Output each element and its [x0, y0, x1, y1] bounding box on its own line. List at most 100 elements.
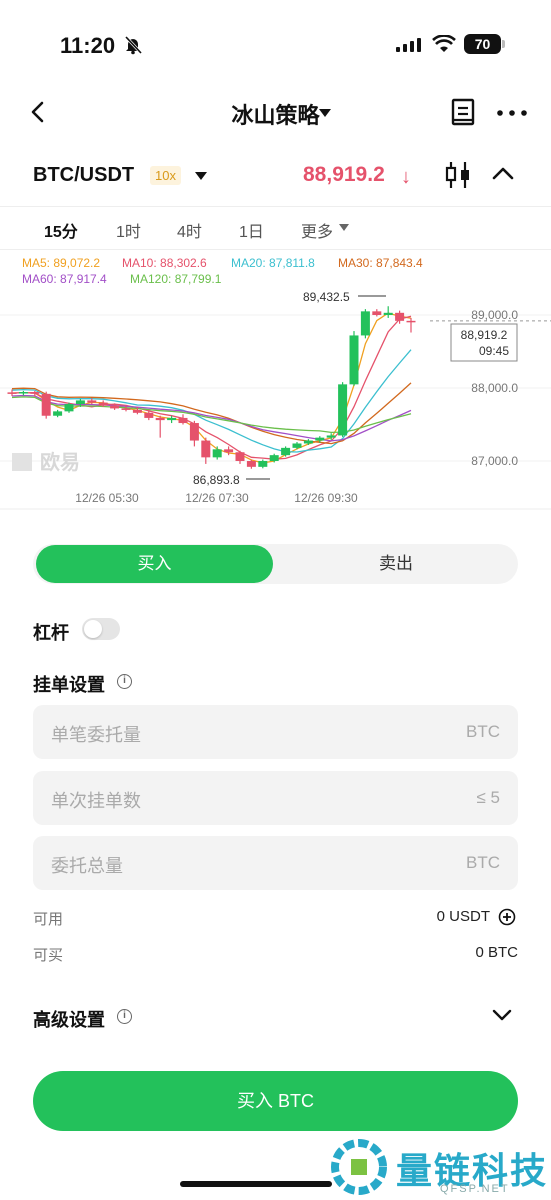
chart-watermark: 欧易	[40, 450, 80, 474]
high-price-label: 89,432.5	[303, 290, 350, 304]
last-price: 88,919.2	[303, 163, 385, 186]
candle-body	[121, 408, 131, 410]
advanced-info-icon[interactable]: i	[117, 1009, 132, 1024]
candle-body	[338, 384, 348, 436]
leverage-badge: 10x	[150, 166, 181, 185]
candle-body	[315, 437, 325, 441]
info-icon[interactable]: i	[117, 674, 132, 689]
tab-15m[interactable]: 15分	[44, 218, 78, 242]
current-price-value: 88,919.2	[461, 328, 508, 342]
tab-4h[interactable]: 4时	[177, 218, 202, 242]
ma10-legend: MA10: 88,302.6	[122, 256, 207, 270]
status-time: 11:20	[60, 33, 116, 58]
candle-body	[155, 417, 165, 421]
chart-watermark-icon	[12, 453, 32, 471]
trading-pair[interactable]: BTC/USDT	[33, 164, 134, 187]
candle-body	[224, 449, 234, 453]
chevron-down-icon[interactable]	[492, 1008, 512, 1022]
timeframe-tabs	[0, 206, 551, 250]
total-amount-placeholder: 委托总量	[51, 856, 123, 876]
candle-body	[326, 435, 336, 438]
tab-1h[interactable]: 1时	[116, 218, 141, 242]
candle-body	[406, 320, 416, 323]
order-count-placeholder: 单次挂单数	[51, 791, 141, 811]
candle-body	[189, 423, 199, 441]
tab-1d[interactable]: 1日	[239, 218, 264, 242]
buy-btc-button[interactable]: 买入 BTC	[33, 1071, 518, 1131]
buyable-label: 可买	[33, 947, 64, 964]
candle-body	[64, 404, 74, 412]
candle-body	[178, 417, 188, 424]
candle-body	[53, 411, 63, 416]
y-tick-label: 88,000.0	[471, 381, 518, 395]
ma30-legend: MA30: 87,843.4	[338, 256, 423, 270]
ma60-legend: MA60: 87,917.4	[22, 272, 107, 286]
order-count-unit: ≤ 5	[476, 788, 500, 807]
candle-body	[383, 312, 393, 315]
candle-body	[395, 312, 405, 321]
candle-body	[235, 452, 245, 461]
candlestick-chart-icon[interactable]	[444, 160, 472, 190]
ma5-legend: MA5: 89,072.2	[22, 256, 101, 270]
candle-body	[269, 455, 279, 461]
candle-body	[212, 449, 222, 458]
candle-body	[281, 447, 291, 456]
switch-knob	[84, 620, 102, 638]
available-label: 可用	[33, 911, 64, 928]
ma20-legend: MA20: 87,811.8	[231, 256, 315, 270]
x-tick-label: 12/26 09:30	[294, 491, 358, 505]
buyable-value: 0 BTC	[475, 944, 518, 961]
candle-body	[144, 412, 154, 418]
candle-body	[7, 392, 17, 394]
candle-body	[201, 440, 211, 458]
low-price-label: 86,893.8	[193, 473, 240, 487]
candle-body	[87, 400, 97, 403]
price-down-arrow: ↓	[401, 166, 411, 188]
candle-body	[30, 392, 40, 394]
x-tick-label: 12/26 05:30	[75, 491, 139, 505]
candle-body	[110, 405, 120, 409]
candle-body	[41, 393, 51, 416]
order-settings-label: 挂单设置	[33, 675, 105, 695]
candle-body	[132, 409, 142, 413]
more-options-icon[interactable]	[497, 110, 527, 116]
pair-dropdown-icon[interactable]	[194, 171, 208, 181]
add-funds-icon[interactable]	[498, 908, 516, 926]
watermark-sub: QFSP.NET	[440, 1183, 510, 1195]
cellular-signal-icon	[396, 38, 421, 52]
candle-body	[75, 400, 85, 405]
candle-body	[372, 311, 382, 315]
more-dropdown-icon[interactable]	[339, 224, 349, 231]
advanced-settings-label[interactable]: 高级设置	[33, 1006, 105, 1032]
candlestick-chart[interactable]: 欧易 89,000.0 88,000.0 87,000.0 12/26 05:30 12/…	[0, 250, 551, 510]
chevron-up-icon[interactable]	[492, 166, 514, 180]
candle-body	[98, 402, 108, 406]
candle-body	[246, 461, 256, 467]
tab-more[interactable]: 更多	[301, 218, 333, 242]
sell-tab[interactable]: 卖出	[277, 545, 515, 583]
candle-body	[258, 461, 268, 467]
ma120-legend: MA120: 87,799.1	[130, 272, 222, 286]
candle-body	[18, 392, 28, 394]
candle-body	[349, 335, 359, 385]
wifi-icon	[432, 35, 456, 52]
home-indicator	[180, 1181, 332, 1187]
title-dropdown-icon[interactable]	[318, 108, 332, 118]
battery-tip	[502, 40, 505, 48]
available-value: 0 USDT	[436, 908, 490, 925]
bell-mute-icon	[124, 35, 143, 55]
document-icon[interactable]	[451, 98, 475, 126]
candle-countdown: 09:45	[479, 344, 509, 358]
order-size-placeholder: 单笔委托量	[51, 725, 141, 745]
candle-body	[303, 440, 313, 444]
watermark-logo-icon	[331, 1139, 387, 1195]
total-amount-unit: BTC	[466, 853, 500, 872]
battery-level: 70	[464, 34, 501, 54]
buy-tab[interactable]: 买入	[36, 545, 273, 583]
y-tick-label: 87,000.0	[471, 454, 518, 468]
order-size-unit: BTC	[466, 722, 500, 741]
candle-body	[292, 443, 302, 448]
y-tick-label: 89,000.0	[471, 308, 518, 322]
candle-body	[167, 417, 177, 421]
candle-body	[360, 311, 370, 336]
